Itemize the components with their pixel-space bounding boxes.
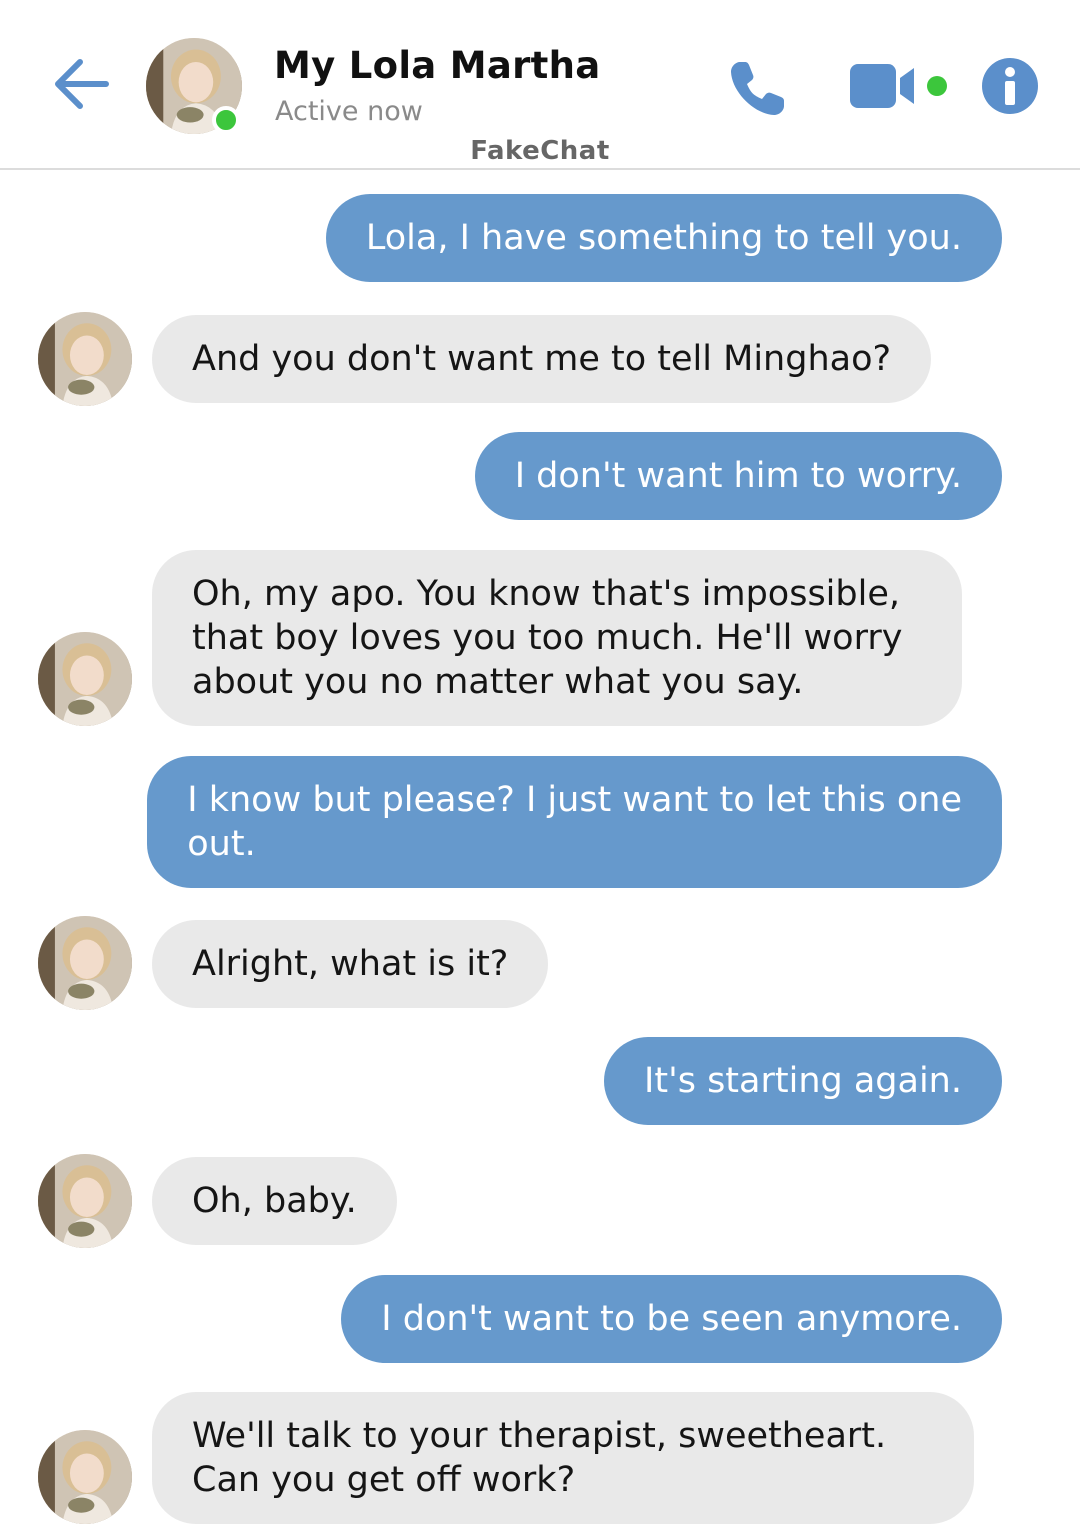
- sent-message[interactable]: Lola, I have something to tell you.: [325, 194, 1002, 282]
- contact-avatar-container[interactable]: [146, 38, 242, 134]
- chat-header: My Lola Martha Active now FakeChat: [0, 0, 1080, 170]
- sent-message[interactable]: I know but please? I just want to let th…: [147, 756, 1002, 888]
- call-button[interactable]: [726, 56, 790, 120]
- info-button[interactable]: [980, 56, 1040, 116]
- phone-icon: [731, 62, 784, 115]
- received-message[interactable]: And you don't want me to tell Minghao?: [152, 315, 932, 403]
- contact-avatar: [38, 916, 132, 1010]
- received-message[interactable]: Oh, my apo. You know that's impossible, …: [152, 550, 963, 726]
- video-call-button[interactable]: [848, 60, 958, 112]
- received-message[interactable]: Oh, baby.: [152, 1157, 397, 1245]
- chat-screen: My Lola Martha Active now FakeChat Lola,…: [0, 0, 1080, 1535]
- video-camera-icon: [850, 64, 947, 108]
- sent-message[interactable]: I don't want him to worry.: [474, 432, 1002, 520]
- contact-name[interactable]: My Lola Martha: [274, 44, 601, 87]
- active-status: Active now: [275, 96, 423, 127]
- info-icon: [982, 58, 1038, 114]
- back-button[interactable]: [50, 52, 114, 116]
- received-message[interactable]: We'll talk to your therapist, sweetheart…: [152, 1392, 975, 1524]
- contact-avatar: [38, 1430, 132, 1524]
- sent-message[interactable]: I don't want to be seen anymore.: [341, 1275, 1002, 1363]
- contact-avatar: [38, 1154, 132, 1248]
- contact-avatar: [38, 632, 132, 726]
- received-message[interactable]: Alright, what is it?: [152, 920, 549, 1008]
- arrow-left-icon: [55, 59, 109, 109]
- sent-message[interactable]: It's starting again.: [604, 1037, 1002, 1125]
- online-status-dot: [212, 106, 240, 134]
- contact-avatar: [38, 312, 132, 406]
- watermark: FakeChat: [470, 136, 610, 166]
